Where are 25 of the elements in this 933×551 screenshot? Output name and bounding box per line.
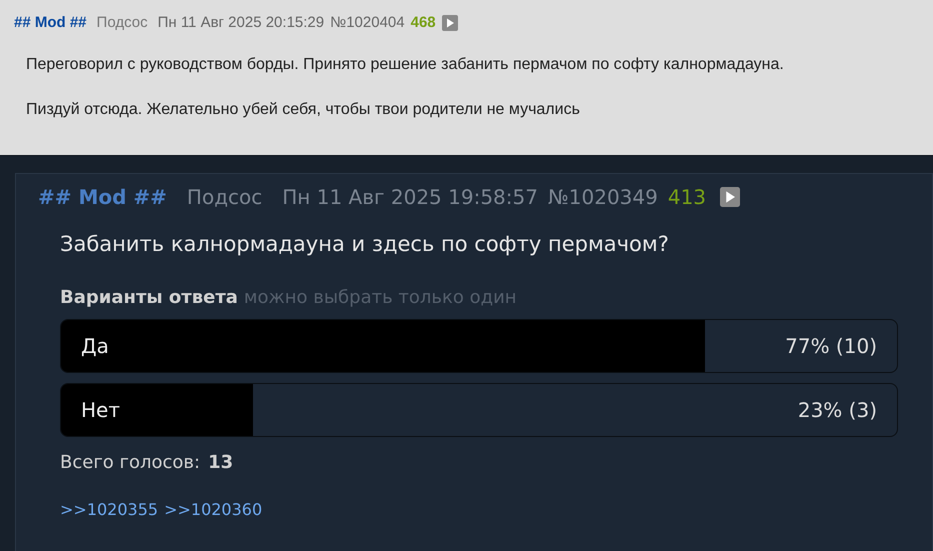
post-index: 413 <box>668 184 706 211</box>
reply-link[interactable]: >>1020355 <box>60 498 158 522</box>
post-number-link[interactable]: №1020349 <box>548 182 658 212</box>
post-index: 468 <box>410 13 436 33</box>
poll-options-label: Варианты ответа <box>60 286 238 310</box>
poll-option-label: Да <box>81 333 109 360</box>
poll-option-label: Нет <box>81 397 120 424</box>
post-text: Пиздуй отсюда. Желательно убей себя, чтобы твои родители не мучались <box>26 100 581 120</box>
poster-name: Подсос <box>96 13 148 33</box>
poll-option-bar[interactable]: Да 77% (10) <box>60 319 898 373</box>
poll-hint: можно выбрать только один <box>244 286 517 310</box>
post-number-link[interactable]: №1020404 <box>330 12 405 34</box>
post-date: Пн 11 Авг 2025 20:15:29 <box>158 13 324 33</box>
author-name: ## Mod ## <box>38 184 167 211</box>
author-name: ## Mod ## <box>14 13 87 33</box>
reply-link[interactable]: >>1020360 <box>164 498 262 522</box>
poll-result: 23% (3) <box>798 397 877 424</box>
post-date: Пн 11 Авг 2025 19:58:57 <box>282 184 538 211</box>
poll-option-bar[interactable]: Нет 23% (3) <box>60 383 898 437</box>
post-text: Переговорил с руководством борды. Принято решение забанить пермачом по софту калнормадауна. <box>26 54 785 74</box>
total-votes: 13 <box>208 451 234 475</box>
poster-name: Подсос <box>186 184 262 211</box>
poll-result: 77% (10) <box>785 333 877 360</box>
total-votes-label: Всего голосов: <box>60 451 200 475</box>
poll-question: Забанить калнормадауна и здесь по софту пермачом? <box>60 231 670 258</box>
